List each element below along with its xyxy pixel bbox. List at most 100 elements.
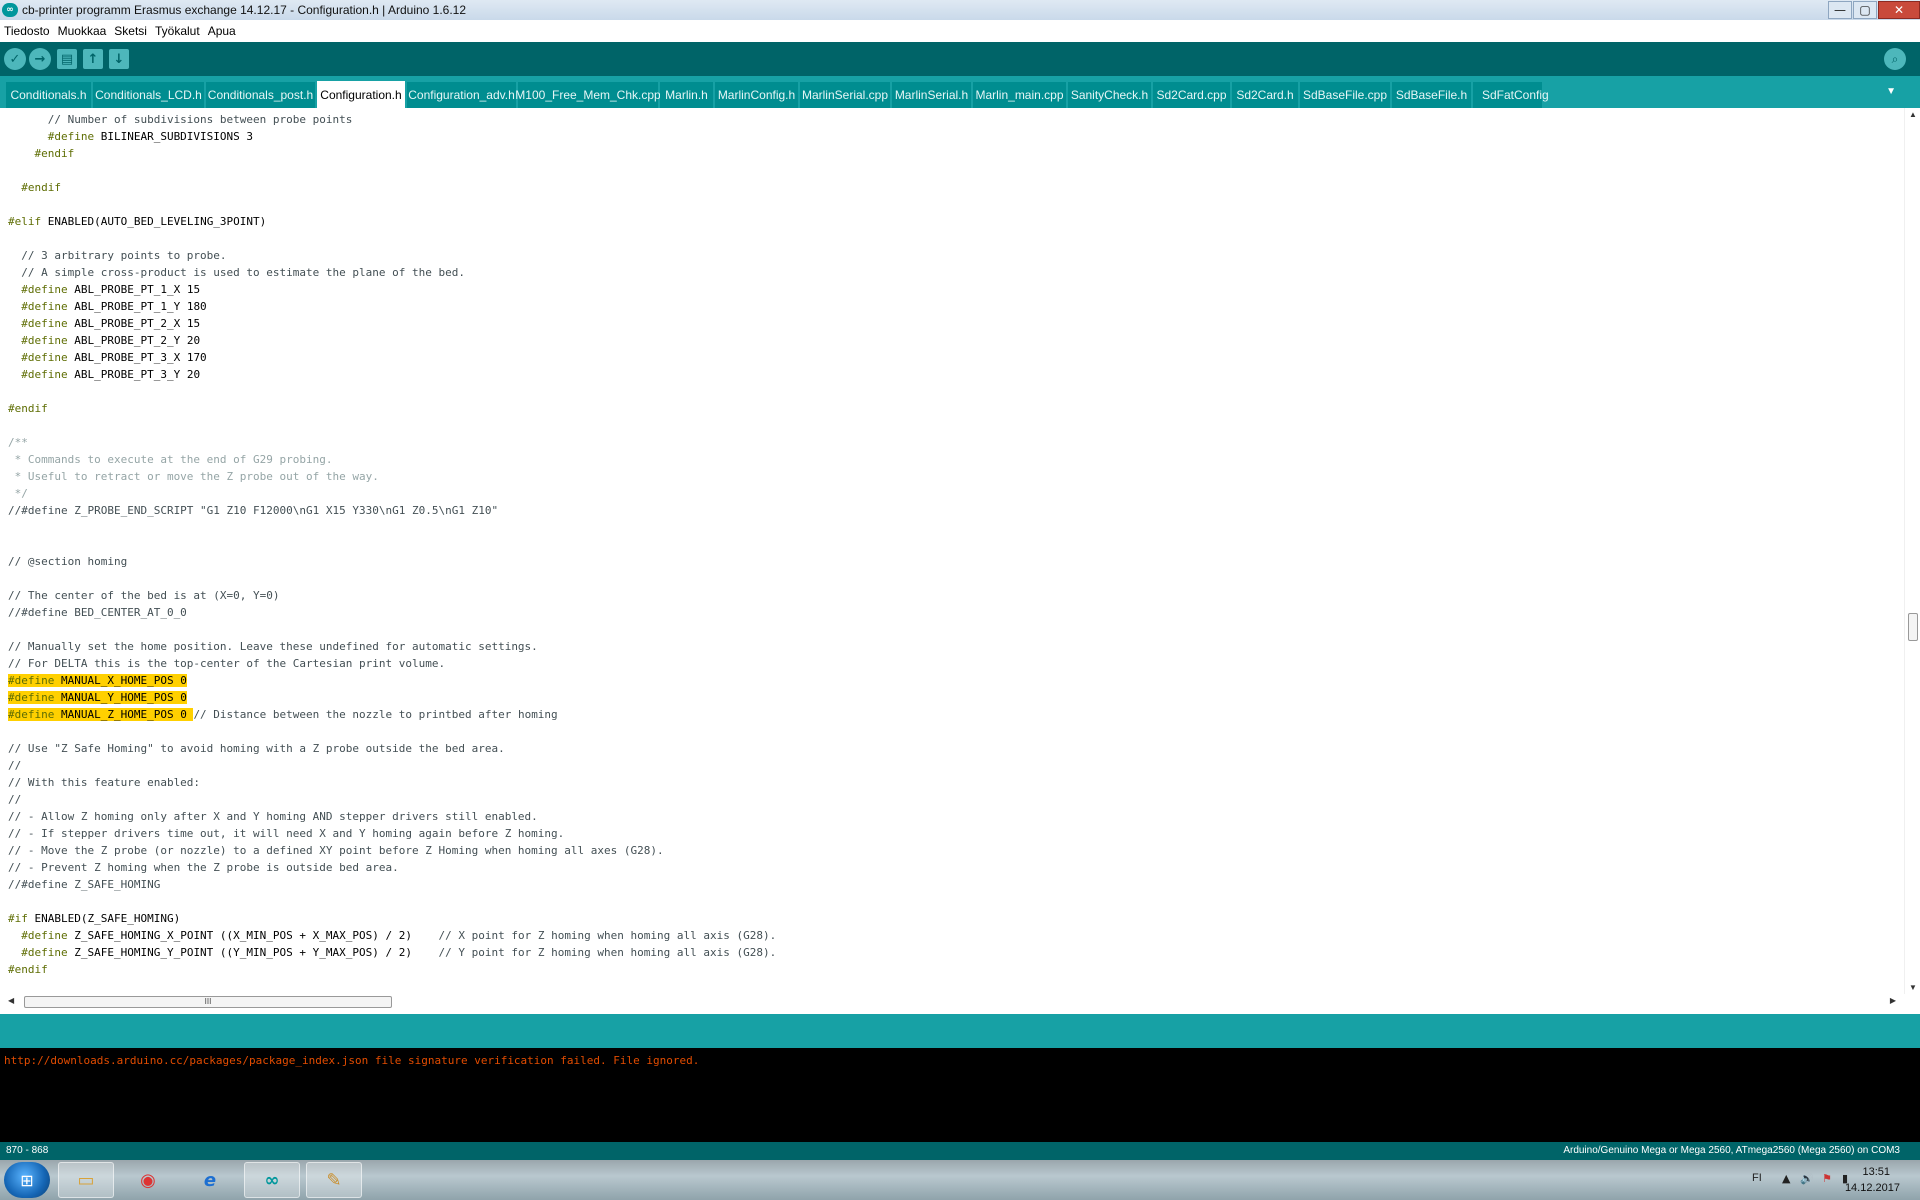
horizontal-scrollbar[interactable]: ◀ III ▶ — [0, 994, 1904, 1010]
window-titlebar[interactable]: ∞ cb-printer programm Erasmus exchange 1… — [0, 0, 1920, 20]
code-line[interactable]: // — [8, 791, 21, 808]
code-line[interactable]: #endif — [8, 145, 74, 162]
code-token: // - If stepper drivers time out, it wil… — [8, 827, 565, 840]
code-line[interactable]: // - If stepper drivers time out, it wil… — [8, 825, 564, 842]
vertical-scrollbar[interactable]: ▲ ▼ — [1904, 108, 1920, 994]
scroll-down-icon[interactable]: ▼ — [1909, 983, 1917, 992]
tab-m100-free-mem-chk-cpp[interactable]: M100_Free_Mem_Chk.cpp — [515, 82, 661, 108]
menu-tools[interactable]: Työkalut — [155, 24, 200, 38]
code-line[interactable]: // — [8, 757, 21, 774]
code-line[interactable]: #endif — [8, 961, 48, 978]
code-line[interactable]: * Useful to retract or move the Z probe … — [8, 468, 379, 485]
scroll-up-icon[interactable]: ▲ — [1909, 110, 1917, 119]
menu-help[interactable]: Apua — [208, 24, 236, 38]
explorer-taskbar-icon[interactable]: ▭ — [58, 1162, 114, 1198]
code-line[interactable]: /** — [8, 434, 28, 451]
code-line[interactable]: #define ABL_PROBE_PT_3_Y 20 — [8, 366, 200, 383]
code-line[interactable]: #define MANUAL_X_HOME_POS 0 — [8, 672, 187, 689]
code-line[interactable]: */ — [8, 485, 28, 502]
code-line[interactable]: //#define Z_PROBE_END_SCRIPT "G1 Z10 F12… — [8, 502, 498, 519]
code-line[interactable]: // @section homing — [8, 553, 127, 570]
code-line[interactable]: // - Allow Z homing only after X and Y h… — [8, 808, 538, 825]
arduino-taskbar-icon[interactable]: ∞ — [244, 1162, 300, 1198]
tab-conditionals-h[interactable]: Conditionals.h — [6, 82, 92, 108]
tab-sdbasefile-h[interactable]: SdBaseFile.h — [1392, 82, 1472, 108]
clock-time[interactable]: 13:51 — [1862, 1166, 1890, 1178]
scroll-left-icon[interactable]: ◀ — [8, 996, 14, 1005]
code-line[interactable]: #define MANUAL_Z_HOME_POS 0 // Distance … — [8, 706, 558, 723]
chrome-taskbar-icon[interactable]: ◉ — [120, 1162, 176, 1198]
code-line[interactable]: #if ENABLED(Z_SAFE_HOMING) — [8, 910, 180, 927]
vertical-scroll-thumb[interactable] — [1908, 613, 1918, 641]
internet-explorer-taskbar-icon[interactable]: e — [182, 1162, 238, 1198]
tab-sd2card-h[interactable]: Sd2Card.h — [1232, 82, 1299, 108]
code-line[interactable]: // For DELTA this is the top-center of t… — [8, 655, 445, 672]
tab-marlinserial-h[interactable]: MarlinSerial.h — [892, 82, 972, 108]
code-line[interactable]: // Number of subdivisions between probe … — [8, 111, 353, 128]
start-button[interactable]: ⊞ — [4, 1162, 50, 1198]
scroll-right-icon[interactable]: ▶ — [1890, 996, 1896, 1005]
code-editor[interactable]: // Number of subdivisions between probe … — [0, 108, 1904, 994]
tab-marlin-h[interactable]: Marlin.h — [660, 82, 714, 108]
code-token: #define — [8, 674, 55, 687]
code-line[interactable]: #define Z_SAFE_HOMING_X_POINT ((X_MIN_PO… — [8, 927, 776, 944]
code-line[interactable]: // Manually set the home position. Leave… — [8, 638, 538, 655]
code-token: // - Move the Z probe (or nozzle) to a d… — [8, 844, 664, 857]
tab-conditionals-lcd-h[interactable]: Conditionals_LCD.h — [93, 82, 205, 108]
language-indicator[interactable]: FI — [1752, 1172, 1762, 1184]
code-line[interactable]: #define Z_SAFE_HOMING_Y_POINT ((Y_MIN_PO… — [8, 944, 776, 961]
tab-configuration-adv-h[interactable]: Configuration_adv.h — [407, 82, 517, 108]
code-line[interactable]: // - Prevent Z homing when the Z probe i… — [8, 859, 399, 876]
code-line[interactable]: #endif — [8, 400, 48, 417]
save-sketch-button[interactable]: ↓ — [109, 49, 129, 69]
tab-configuration-h[interactable]: Configuration.h — [317, 81, 406, 108]
code-token: ABL_PROBE_PT_2_X 15 — [67, 317, 201, 330]
new-sketch-button[interactable]: ▤ — [57, 49, 77, 69]
code-line[interactable]: #elif ENABLED(AUTO_BED_LEVELING_3POINT) — [8, 213, 266, 230]
tab-marlin-main-cpp[interactable]: Marlin_main.cpp — [973, 82, 1067, 108]
clock-date[interactable]: 14.12.2017 — [1845, 1182, 1900, 1194]
code-line[interactable]: #endif — [8, 179, 61, 196]
console-output[interactable]: http://downloads.arduino.cc/packages/pac… — [0, 1048, 1920, 1142]
code-line[interactable]: // A simple cross-product is used to est… — [8, 264, 465, 281]
code-line[interactable]: // - Move the Z probe (or nozzle) to a d… — [8, 842, 664, 859]
code-line[interactable]: #define BILINEAR_SUBDIVISIONS 3 — [8, 128, 253, 145]
tab-marlinconfig-h[interactable]: MarlinConfig.h — [715, 82, 799, 108]
code-token: MANUAL_Y_HOME_POS 0 — [54, 691, 187, 704]
horizontal-scroll-thumb[interactable]: III — [24, 996, 392, 1008]
open-sketch-button[interactable]: ↑ — [83, 49, 103, 69]
code-line[interactable]: #define ABL_PROBE_PT_3_X 170 — [8, 349, 206, 366]
tab-sd2card-cpp[interactable]: Sd2Card.cpp — [1153, 82, 1231, 108]
show-hidden-icons-icon[interactable]: ▲ — [1782, 1172, 1790, 1185]
code-line[interactable]: #define ABL_PROBE_PT_2_Y 20 — [8, 332, 200, 349]
close-button[interactable]: ✕ — [1878, 1, 1920, 19]
serial-monitor-button[interactable]: ⌕ — [1884, 48, 1906, 70]
tab-sdfatconfig[interactable]: SdFatConfig — [1473, 82, 1549, 108]
code-line[interactable]: //#define Z_SAFE_HOMING — [8, 876, 160, 893]
minimize-button[interactable]: — — [1828, 1, 1852, 19]
tab-marlinserial-cpp[interactable]: MarlinSerial.cpp — [800, 82, 891, 108]
menu-file[interactable]: Tiedosto — [4, 24, 50, 38]
code-line[interactable]: // The center of the bed is at (X=0, Y=0… — [8, 587, 280, 604]
code-line[interactable]: #define MANUAL_Y_HOME_POS 0 — [8, 689, 187, 706]
tab-conditionals-post-h[interactable]: Conditionals_post.h — [206, 82, 316, 108]
code-line[interactable]: // Use "Z Safe Homing" to avoid homing w… — [8, 740, 505, 757]
menu-sketch[interactable]: Sketsi — [114, 24, 147, 38]
paint-taskbar-icon[interactable]: ✎ — [306, 1162, 362, 1198]
maximize-button[interactable]: ▢ — [1853, 1, 1877, 19]
code-line[interactable]: // With this feature enabled: — [8, 774, 200, 791]
verify-button[interactable]: ✓ — [4, 48, 26, 70]
tab-overflow-icon[interactable]: ▼ — [1886, 86, 1896, 97]
code-line[interactable]: #define ABL_PROBE_PT_2_X 15 — [8, 315, 200, 332]
action-center-icon[interactable]: ⚑ — [1822, 1172, 1832, 1185]
code-line[interactable]: #define ABL_PROBE_PT_1_X 15 — [8, 281, 200, 298]
menu-edit[interactable]: Muokkaa — [58, 24, 107, 38]
code-line[interactable]: // 3 arbitrary points to probe. — [8, 247, 226, 264]
volume-icon[interactable]: 🔊 — [1800, 1172, 1814, 1185]
tab-sanitycheck-h[interactable]: SanityCheck.h — [1068, 82, 1152, 108]
code-line[interactable]: //#define BED_CENTER_AT_0_0 — [8, 604, 187, 621]
code-line[interactable]: #define ABL_PROBE_PT_1_Y 180 — [8, 298, 206, 315]
code-line[interactable]: * Commands to execute at the end of G29 … — [8, 451, 333, 468]
upload-button[interactable]: → — [29, 48, 51, 70]
tab-sdbasefile-cpp[interactable]: SdBaseFile.cpp — [1300, 82, 1391, 108]
